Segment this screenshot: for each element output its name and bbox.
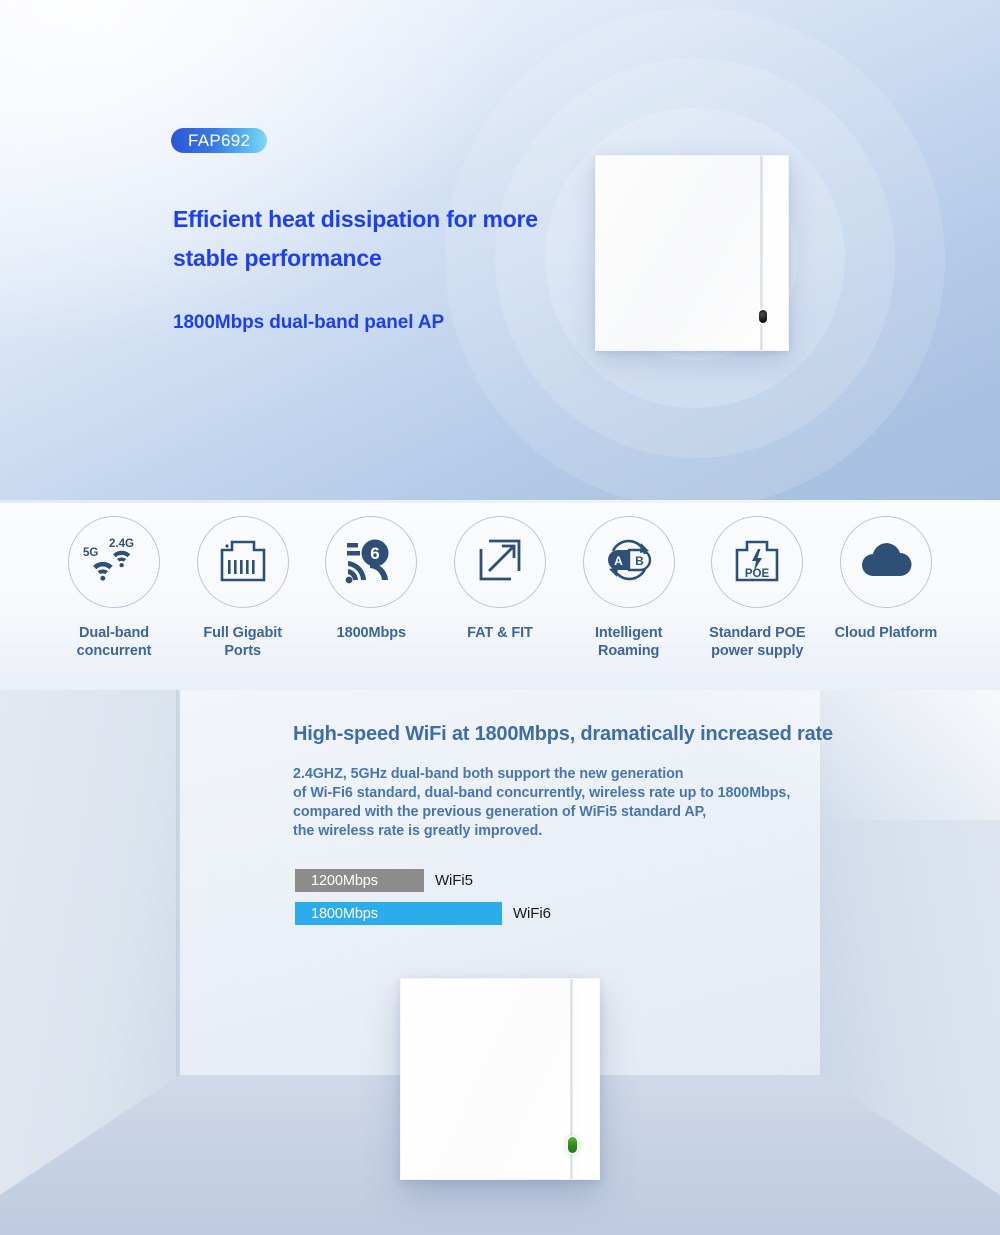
chart-bar-wifi6: 1800Mbps: [295, 902, 502, 925]
product-right-face: [764, 156, 788, 350]
product-right-face: [574, 979, 599, 1179]
fat-fit-arrow-icon: [475, 535, 525, 590]
feature-fat-fit: FAT & FIT: [438, 516, 562, 660]
wifi-generation-label: 6: [371, 544, 380, 563]
feature-standard-poe: POE Standard POE power supply: [695, 516, 819, 660]
feature-cloud-platform: Cloud Platform: [824, 516, 948, 660]
svg-text:2.4G: 2.4G: [109, 538, 134, 550]
roaming-to-label: B: [635, 554, 644, 568]
hero-headline: Efficient heat dissipation for more stab…: [173, 206, 538, 271]
room-left-wall-edge: [176, 690, 181, 1120]
chart-legend-wifi6: WiFi6: [513, 905, 551, 922]
rj45-ethernet-port-icon: [217, 536, 269, 589]
feature-label: Standard POE power supply: [709, 625, 806, 659]
feature-label: Dual-band concurrent: [76, 625, 152, 659]
chart-row-wifi6: 1800Mbps WiFi6: [295, 902, 551, 925]
svg-text:5G: 5G: [83, 547, 98, 559]
hero-glow: [0, 0, 540, 360]
feature-label: Full Gigabit Ports: [203, 625, 282, 659]
feature-icon-circle: 6: [325, 516, 418, 608]
hero-section: FAP692 Efficient heat dissipation for mo…: [0, 0, 1000, 500]
product-led-indicator: [568, 1137, 577, 1153]
hero-subheadline: 1800Mbps dual-band panel AP: [173, 312, 445, 333]
roaming-ab-icon: A B: [598, 535, 660, 590]
feature-icon-grid: 5G 2.4G Dual-band concurrent Full Gigabi…: [0, 516, 1000, 660]
feature-label: FAT & FIT: [467, 625, 533, 641]
speed-comparison-chart: 1200Mbps WiFi5 1800Mbps WiFi6: [295, 869, 551, 935]
poe-power-icon: POE: [731, 536, 783, 589]
roaming-from-label: A: [614, 554, 623, 568]
feature-1800mbps: 6 1800Mbps: [309, 516, 433, 660]
product-landing-page: FAP692 Efficient heat dissipation for mo…: [0, 0, 1000, 1235]
feature-label: Cloud Platform: [834, 625, 938, 641]
cloud-icon: [858, 540, 914, 585]
feature-icon-circle: [453, 516, 546, 608]
feature-intelligent-roaming: A B Intelligent Roaming: [567, 516, 691, 660]
feature-icon-circle: [196, 516, 289, 608]
chart-legend-wifi5: WiFi5: [435, 872, 473, 889]
product-image-hero: [595, 155, 789, 351]
feature-label: Intelligent Roaming: [594, 625, 663, 659]
feature-dual-band: 5G 2.4G Dual-band concurrent: [52, 516, 176, 660]
poe-label: POE: [745, 568, 770, 580]
feature-full-gigabit-ports: Full Gigabit Ports: [181, 516, 305, 660]
wifi6-signal-icon: 6: [344, 535, 398, 590]
feature-icon-circle: A B: [582, 516, 675, 608]
product-led-indicator: [759, 310, 767, 323]
main-body-text: 2.4GHZ, 5GHz dual-band both support the …: [293, 766, 791, 839]
model-badge: FAP692: [171, 128, 268, 153]
main-heading: High-speed WiFi at 1800Mbps, dramaticall…: [293, 723, 833, 745]
chart-bar-wifi5: 1200Mbps: [295, 869, 424, 892]
feature-label: 1800Mbps: [336, 625, 406, 641]
feature-icon-circle: POE: [711, 516, 804, 608]
chart-row-wifi5: 1200Mbps WiFi5: [295, 869, 551, 892]
product-image-main: [400, 978, 600, 1180]
dual-band-wifi-icon: 5G 2.4G: [83, 534, 145, 591]
feature-icons-section: 5G 2.4G Dual-band concurrent Full Gigabi…: [0, 500, 1000, 690]
feature-icon-circle: [839, 516, 932, 608]
feature-icon-circle: 5G 2.4G: [68, 516, 160, 608]
